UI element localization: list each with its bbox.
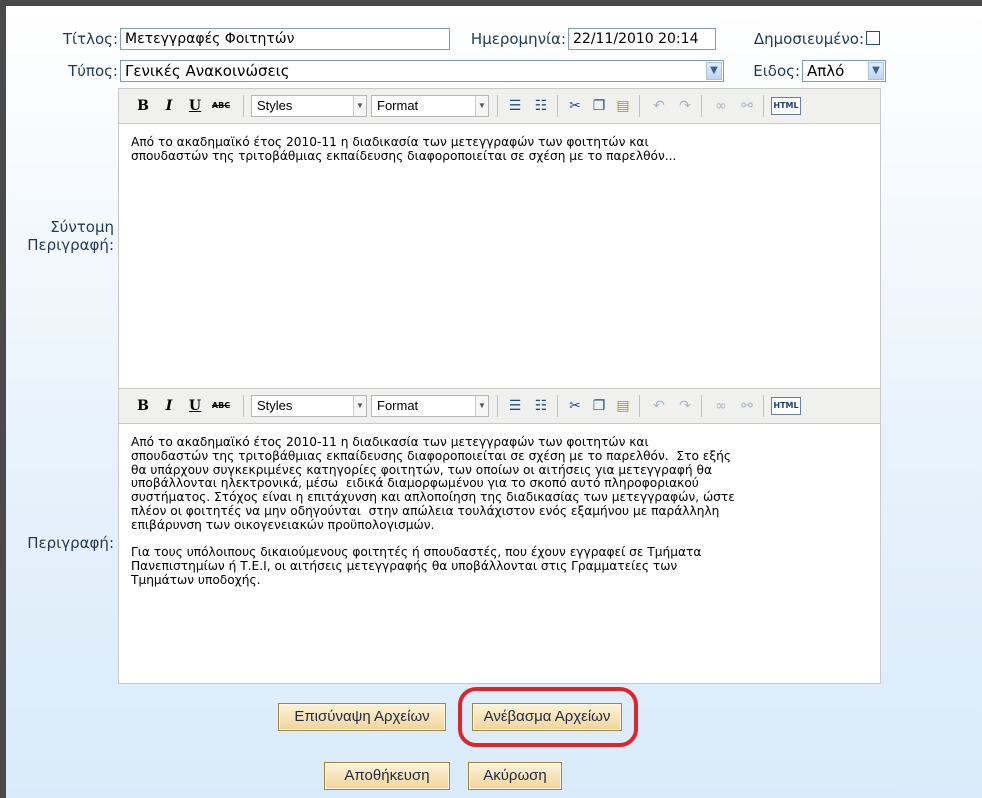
paste-icon[interactable]: ▤ bbox=[613, 96, 633, 116]
title-label: Τίτλος: bbox=[62, 30, 118, 48]
format-select[interactable]: Format ▼ bbox=[371, 395, 489, 417]
link-icon[interactable]: ∞ bbox=[711, 396, 731, 416]
toolbar-separator bbox=[557, 395, 558, 417]
format-select-label: Format bbox=[377, 98, 419, 113]
bold-button[interactable]: B bbox=[133, 396, 153, 416]
undo-icon[interactable]: ↶ bbox=[649, 96, 669, 116]
styles-select-label: Styles bbox=[257, 98, 293, 113]
numbered-list-icon[interactable]: ☷ bbox=[531, 396, 551, 416]
toolbar-separator bbox=[763, 395, 764, 417]
unlink-icon[interactable]: ⚯ bbox=[737, 96, 757, 116]
cut-icon[interactable]: ✂ bbox=[565, 396, 585, 416]
chevron-down-icon: ▼ bbox=[353, 396, 366, 416]
date-label: Ημερομηνία: bbox=[470, 30, 566, 48]
chevron-down-icon: ▼ bbox=[475, 396, 488, 416]
paste-icon[interactable]: ▤ bbox=[613, 396, 633, 416]
chevron-down-icon: ▼ bbox=[868, 62, 884, 80]
strikethrough-button[interactable]: ABC bbox=[207, 396, 235, 416]
published-checkbox[interactable] bbox=[866, 31, 880, 45]
toolbar-separator bbox=[701, 395, 702, 417]
html-source-button[interactable]: HTML bbox=[771, 97, 801, 115]
short-description-text[interactable]: Από το ακαδημαϊκό έτος 2010-11 η διαδικα… bbox=[119, 124, 880, 390]
short-description-editor[interactable]: B I U ABC Styles ▼ Format ▼ ☰ ☷ ✂ ❐ ▤ ↶ … bbox=[118, 88, 881, 390]
toolbar-separator bbox=[243, 395, 244, 417]
type-label: Τύπος: bbox=[68, 62, 118, 80]
bullet-list-icon[interactable]: ☰ bbox=[505, 396, 525, 416]
underline-button[interactable]: U bbox=[185, 396, 205, 416]
format-select[interactable]: Format ▼ bbox=[371, 95, 489, 117]
strikethrough-button[interactable]: ABC bbox=[207, 96, 235, 116]
kind-select[interactable]: Απλό ▼ bbox=[802, 60, 886, 82]
description-editor[interactable]: B I U ABC Styles ▼ Format ▼ ☰ ☷ ✂ ❐ ▤ ↶ … bbox=[118, 388, 881, 684]
chevron-down-icon: ▼ bbox=[475, 96, 488, 116]
unlink-icon[interactable]: ⚯ bbox=[737, 396, 757, 416]
short-desc-label-line1: Σύντομη bbox=[50, 218, 114, 236]
type-select-value: Γενικές Ανακοινώσεις bbox=[125, 62, 290, 80]
copy-icon[interactable]: ❐ bbox=[589, 96, 609, 116]
desc-label: Περιγραφή: bbox=[27, 534, 114, 552]
undo-icon[interactable]: ↶ bbox=[649, 396, 669, 416]
title-input[interactable]: Μετεγγραφές Φοιτητών bbox=[120, 28, 450, 50]
short-desc-label: Σύντομη Περιγραφή: bbox=[6, 218, 114, 254]
kind-select-value: Απλό bbox=[807, 62, 845, 80]
italic-button[interactable]: I bbox=[159, 96, 179, 116]
html-source-button[interactable]: HTML bbox=[771, 397, 801, 415]
cancel-button[interactable]: Ακύρωση bbox=[468, 762, 562, 790]
toolbar-separator bbox=[557, 95, 558, 117]
attach-files-button[interactable]: Επισύναψη Αρχείων bbox=[278, 703, 446, 731]
type-select[interactable]: Γενικές Ανακοινώσεις ▼ bbox=[120, 60, 724, 82]
toolbar-separator bbox=[701, 95, 702, 117]
link-icon[interactable]: ∞ bbox=[711, 96, 731, 116]
styles-select[interactable]: Styles ▼ bbox=[251, 95, 367, 117]
form-panel: Τίτλος: Μετεγγραφές Φοιτητών Ημερομηνία:… bbox=[0, 0, 982, 798]
toolbar-separator bbox=[243, 95, 244, 117]
styles-select[interactable]: Styles ▼ bbox=[251, 395, 367, 417]
italic-button[interactable]: I bbox=[159, 396, 179, 416]
toolbar-separator bbox=[639, 95, 640, 117]
save-button[interactable]: Αποθήκευση bbox=[324, 762, 450, 790]
cut-icon[interactable]: ✂ bbox=[565, 96, 585, 116]
editor-toolbar: B I U ABC Styles ▼ Format ▼ ☰ ☷ ✂ ❐ ▤ ↶ … bbox=[119, 89, 880, 124]
chevron-down-icon: ▼ bbox=[353, 96, 366, 116]
kind-label: Ειδος: bbox=[753, 62, 800, 80]
editor-toolbar: B I U ABC Styles ▼ Format ▼ ☰ ☷ ✂ ❐ ▤ ↶ … bbox=[119, 389, 880, 424]
redo-icon[interactable]: ↷ bbox=[675, 396, 695, 416]
date-input[interactable]: 22/11/2010 20:14 bbox=[568, 28, 716, 50]
toolbar-separator bbox=[763, 95, 764, 117]
toolbar-separator bbox=[639, 395, 640, 417]
chevron-down-icon: ▼ bbox=[706, 62, 722, 80]
short-desc-label-line2: Περιγραφή: bbox=[27, 236, 114, 254]
copy-icon[interactable]: ❐ bbox=[589, 396, 609, 416]
toolbar-separator bbox=[497, 95, 498, 117]
format-select-label: Format bbox=[377, 398, 419, 413]
styles-select-label: Styles bbox=[257, 398, 293, 413]
description-text[interactable]: Από το ακαδημαϊκό έτος 2010-11 η διαδικα… bbox=[119, 424, 880, 684]
bullet-list-icon[interactable]: ☰ bbox=[505, 96, 525, 116]
underline-button[interactable]: U bbox=[185, 96, 205, 116]
toolbar-separator bbox=[497, 395, 498, 417]
redo-icon[interactable]: ↷ bbox=[675, 96, 695, 116]
published-label: Δημοσιευμένο: bbox=[753, 30, 864, 48]
numbered-list-icon[interactable]: ☷ bbox=[531, 96, 551, 116]
highlight-ring bbox=[458, 687, 638, 747]
bold-button[interactable]: B bbox=[133, 96, 153, 116]
